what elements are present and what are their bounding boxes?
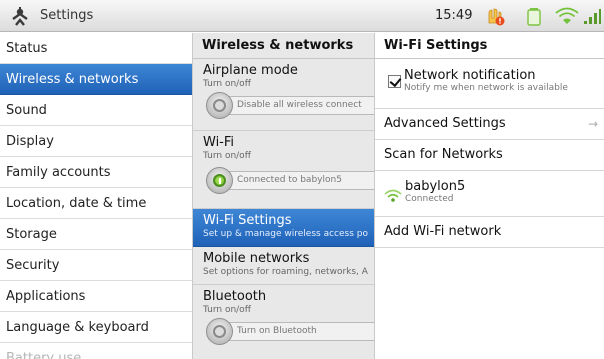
left-item-security[interactable]: Security [0,250,192,281]
network-name: babylon5 [405,179,466,194]
wifi-setting[interactable]: Wi-Fi Turn on/off Connected to babylon5 [193,131,374,209]
wifi-icon [555,7,579,24]
scan-networks-item[interactable]: Scan for Networks [375,140,604,171]
bluetooth-setting[interactable]: Bluetooth Turn on/off Turn on Bluetooth [193,285,374,359]
scan-networks-label: Scan for Networks [384,147,503,162]
add-wifi-network-item[interactable]: Add Wi-Fi network [375,217,604,248]
status-bar: Settings 15:49 [0,0,604,32]
network-notification-subtitle: Notify me when network is available [404,83,568,93]
wifi-settings-panel: Wi-Fi Settings Network notification Noti… [375,33,604,359]
left-item-status[interactable]: Status [0,33,192,64]
wifi-settings-item[interactable]: Wi-Fi Settings Set up & manage wireless … [193,209,374,247]
warning-icon[interactable] [485,6,505,26]
left-item-sound[interactable]: Sound [0,95,192,126]
left-item-applications[interactable]: Applications [0,281,192,312]
wifi-title: Wi-Fi [203,135,235,150]
settings-app-icon[interactable] [9,5,31,27]
airplane-mode-setting[interactable]: Airplane mode Turn on/off Disable all wi… [193,59,374,131]
network-notification-title: Network notification [404,68,536,83]
bluetooth-toggle[interactable] [206,318,233,345]
airplane-mode-status-text: Disable all wireless connect [225,96,374,115]
bluetooth-title: Bluetooth [203,289,267,304]
wifi-settings-title: Wi-Fi Settings [203,213,292,228]
network-notification-checkbox[interactable] [388,75,401,88]
advanced-settings-label: Advanced Settings [384,116,506,131]
left-item-wireless-networks[interactable]: Wireless & networks [0,64,192,95]
left-item-family-accounts[interactable]: Family accounts [0,157,192,188]
wireless-networks-header: Wireless & networks [193,33,374,59]
arrow-right-icon: → [587,117,598,131]
airplane-mode-toggle[interactable] [206,92,233,119]
network-babylon5-item[interactable]: babylon5 Connected [375,171,604,217]
left-item-battery-use[interactable]: Battery use [0,343,192,359]
mobile-networks-subtitle: Set options for roaming, networks, A [203,267,368,277]
network-notification-item[interactable]: Network notification Notify me when netw… [375,59,604,109]
airplane-mode-title: Airplane mode [203,63,298,78]
wifi-signal-icon [384,189,402,202]
mobile-networks-title: Mobile networks [203,251,310,266]
left-item-storage[interactable]: Storage [0,219,192,250]
signal-icon [584,9,601,24]
settings-category-list: Status Wireless & networks Sound Display… [0,33,193,359]
wifi-toggle[interactable] [206,167,233,194]
bluetooth-subtitle: Turn on/off [203,305,251,315]
wireless-networks-panel: Wireless & networks Airplane mode Turn o… [193,33,375,359]
wifi-settings-subtitle: Set up & manage wireless access po [203,229,368,239]
add-wifi-network-label: Add Wi-Fi network [384,224,502,239]
wifi-subtitle: Turn on/off [203,151,251,161]
advanced-settings-item[interactable]: Advanced Settings → [375,109,604,140]
left-item-language-keyboard[interactable]: Language & keyboard [0,312,192,343]
wifi-status-text: Connected to babylon5 [225,171,374,190]
clock: 15:49 [435,8,473,23]
airplane-mode-subtitle: Turn on/off [203,79,251,89]
left-item-location-date-time[interactable]: Location, date & time [0,188,192,219]
battery-icon [527,8,541,26]
mobile-networks-item[interactable]: Mobile networks Set options for roaming,… [193,247,374,285]
wifi-settings-header: Wi-Fi Settings [375,33,604,59]
bluetooth-status-text: Turn on Bluetooth [225,322,374,341]
app-title: Settings [40,8,94,23]
left-item-display[interactable]: Display [0,126,192,157]
network-status: Connected [405,194,454,204]
